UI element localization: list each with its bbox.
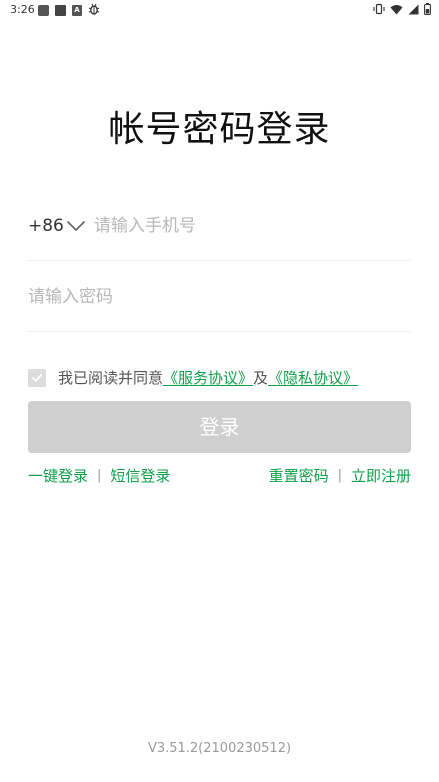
status-time: 3:26: [10, 3, 35, 16]
link-separator: |: [337, 468, 342, 483]
a-icon: A: [72, 5, 82, 16]
status-bar: 3:26 A: [0, 0, 439, 20]
agreement-connector: 及: [253, 369, 269, 387]
privacy-agreement-link[interactable]: 《隐私协议》: [268, 369, 358, 387]
signal-icon: [408, 4, 419, 18]
chevron-down-icon[interactable]: [66, 216, 86, 236]
agreement-checkbox[interactable]: [28, 369, 46, 387]
battery-icon: [424, 3, 431, 18]
phone-field-row: +86: [28, 205, 411, 261]
status-system-icons: [373, 3, 431, 18]
agreement-text: 我已阅读并同意《服务协议》及《隐私协议》: [58, 368, 358, 388]
account-links: 重置密码 | 立即注册: [269, 466, 411, 486]
country-code[interactable]: +86: [28, 215, 64, 237]
app-icon: [55, 5, 66, 16]
vibrate-icon: [373, 3, 385, 18]
bug-icon: [88, 3, 100, 18]
service-agreement-link[interactable]: 《服务协议》: [163, 369, 253, 387]
alt-login-links: 一键登录 | 短信登录: [28, 466, 170, 486]
wifi-icon: [390, 4, 403, 18]
version-text: V3.51.2(2100230512): [147, 741, 292, 756]
app-icon: [38, 5, 49, 16]
reset-password-link[interactable]: 重置密码: [269, 466, 329, 486]
agreement-row: 我已阅读并同意《服务协议》及《隐私协议》: [28, 367, 418, 389]
password-input[interactable]: [28, 282, 398, 312]
phone-input[interactable]: [94, 211, 404, 241]
sms-login-link[interactable]: 短信登录: [110, 466, 170, 486]
check-icon: [32, 374, 42, 382]
login-button[interactable]: 登录: [28, 401, 411, 453]
status-notification-icons: A: [38, 3, 100, 18]
password-field-row: [28, 276, 411, 332]
one-click-login-link[interactable]: 一键登录: [28, 466, 88, 486]
agreement-prefix: 我已阅读并同意: [58, 369, 164, 387]
link-separator: |: [97, 468, 102, 483]
register-link[interactable]: 立即注册: [351, 466, 411, 486]
page-title: 帐号密码登录: [108, 109, 331, 150]
